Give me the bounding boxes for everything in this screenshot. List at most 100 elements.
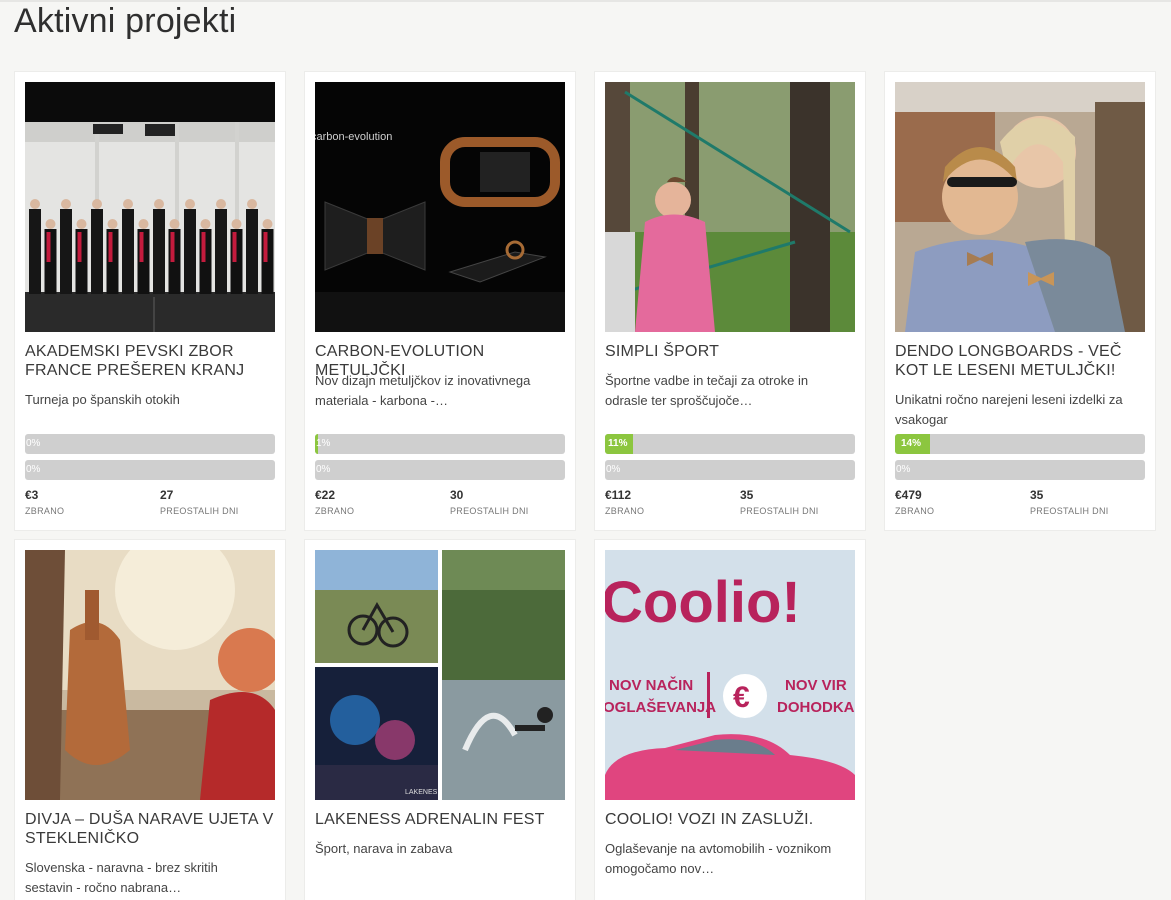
carbon-evolution-logo-text: carbon-evolution	[315, 131, 392, 143]
choir-singer-head	[76, 219, 87, 229]
project-description: Unikatni ročno narejeni leseni izdelki z…	[895, 392, 1123, 427]
collected-label: ZBRANO	[25, 506, 65, 516]
days-left-label: PREOSTALIH DNI	[450, 506, 529, 516]
choir-singer-head	[61, 199, 71, 209]
project-description: Turneja po španskih otokih	[25, 392, 180, 407]
collected-label: ZBRANO	[895, 506, 935, 516]
progress-percent: 14%	[901, 438, 922, 449]
collected-stat: €112 ZBRANO	[605, 488, 725, 516]
secondary-progress-bar: 0%	[25, 460, 275, 480]
days-left-stat: 35 PREOSTALIH DNI	[1030, 488, 1150, 516]
choir-singer-head	[107, 219, 118, 229]
project-image-lakeness-collage[interactable]: LAKENES	[315, 550, 565, 800]
choir-singer-head	[262, 219, 273, 229]
collected-stat: €3 ZBRANO	[25, 488, 145, 516]
choir-singer-body	[91, 209, 103, 294]
choir-singer-head	[123, 199, 133, 209]
euro-icon: €	[733, 681, 750, 714]
choir-singer-body	[60, 209, 72, 294]
progress-percent: 1%	[316, 438, 331, 449]
project-card-carbon-evolution[interactable]: carbon-evolution CARBON-EVOLUTION METULJ…	[305, 72, 575, 530]
project-description: Nov dizajn metuljčkov iz inovativnega ma…	[315, 373, 531, 408]
lakeness-logo-text: LAKENES	[405, 789, 438, 796]
choir-singer-head	[200, 219, 211, 229]
days-left-stat: 27 PREOSTALIH DNI	[160, 488, 280, 516]
choir-red-scarf	[232, 232, 237, 262]
choir-singer-body	[153, 209, 165, 294]
progress-percent: 0%	[316, 464, 331, 475]
collected-stat: €22 ZBRANO	[315, 488, 435, 516]
choir-singer-head	[30, 199, 40, 209]
collected-label: ZBRANO	[315, 506, 355, 516]
choir-singer-head	[216, 199, 226, 209]
choir-singer-head	[92, 199, 102, 209]
project-title[interactable]: LAKENESS ADRENALIN FEST	[315, 810, 567, 829]
days-left-label: PREOSTALIH DNI	[1030, 506, 1109, 516]
choir-red-scarf	[263, 232, 268, 262]
page-title: Aktivni projekti	[14, 2, 237, 40]
days-left-label: PREOSTALIH DNI	[160, 506, 239, 516]
coolio-logo-text: Coolio!	[605, 570, 801, 635]
secondary-progress-bar: 0%	[315, 460, 565, 480]
days-left-label: PREOSTALIH DNI	[740, 506, 819, 516]
project-card-divja[interactable]: DIVJA – DUŠA NARAVE UJETA V STEKLENIČKO …	[15, 540, 285, 900]
funding-progress-bar: 11%	[605, 434, 855, 454]
collected-amount: €3	[25, 488, 39, 502]
project-title[interactable]: AKADEMSKI PEVSKI ZBOR FRANCE PREŠEREN KR…	[25, 342, 277, 380]
choir-red-scarf	[139, 232, 144, 262]
project-description: Slovenska - naravna - brez skritih sesta…	[25, 860, 218, 895]
project-title[interactable]: DIVJA – DUŠA NARAVE UJETA V STEKLENIČKO	[25, 810, 277, 848]
project-description: Oglaševanje na avtomobilih - voznikom om…	[605, 841, 832, 876]
secondary-progress-bar: 0%	[605, 460, 855, 480]
funding-progress-bar: 14%	[895, 434, 1145, 454]
choir-red-scarf	[46, 232, 51, 262]
collected-amount: €479	[895, 488, 922, 502]
project-card-simpli-sport[interactable]: SIMPLI ŠPORT Športne vadbe in tečaji za …	[595, 72, 865, 530]
choir-red-scarf	[201, 232, 206, 262]
coolio-line1b: OGLAŠEVANJA	[605, 698, 716, 716]
project-image-carbon-bowtie[interactable]: carbon-evolution	[315, 82, 565, 332]
progress-percent: 0%	[26, 464, 41, 475]
project-card-akademski-pevski-zbor[interactable]: AKADEMSKI PEVSKI ZBOR FRANCE PREŠEREN KR…	[15, 72, 285, 530]
choir-singer-body	[246, 209, 258, 294]
project-image-choir[interactable]	[25, 82, 275, 332]
coolio-line2b: DOHODKA	[777, 699, 855, 716]
choir-singer-head	[185, 199, 195, 209]
collected-stat: €479 ZBRANO	[895, 488, 1015, 516]
project-title[interactable]: DENDO LONGBOARDS - VEČ KOT LE LESENI MET…	[895, 342, 1147, 380]
project-card-lakeness[interactable]: LAKENES LAKENESS ADRENALIN FEST Šport, n…	[305, 540, 575, 900]
project-card-coolio[interactable]: Coolio! NOV NAČIN OGLAŠEVANJA € NOV VIR …	[595, 540, 865, 900]
funding-progress-bar: 0%	[25, 434, 275, 454]
collected-amount: €112	[605, 488, 632, 502]
project-image-coolio[interactable]: Coolio! NOV NAČIN OGLAŠEVANJA € NOV VIR …	[605, 550, 855, 800]
collected-label: ZBRANO	[605, 506, 645, 516]
choir-singer-body	[215, 209, 227, 294]
choir-singer-body	[29, 209, 41, 294]
project-title[interactable]: COOLIO! VOZI IN ZASLUŽI.	[605, 810, 857, 829]
choir-red-scarf	[108, 232, 113, 262]
days-left-stat: 35 PREOSTALIH DNI	[740, 488, 860, 516]
choir-singer-head	[247, 199, 257, 209]
days-left-value: 35	[1030, 488, 1044, 502]
project-image-couple[interactable]	[895, 82, 1145, 332]
project-image-divja[interactable]	[25, 550, 275, 800]
choir-singer-body	[184, 209, 196, 294]
project-image-sport[interactable]	[605, 82, 855, 332]
coolio-line1a: NOV NAČIN	[609, 676, 693, 694]
project-title[interactable]: SIMPLI ŠPORT	[605, 342, 857, 361]
choir-singer-body	[122, 209, 134, 294]
progress-percent: 0%	[896, 464, 911, 475]
secondary-progress-bar: 0%	[895, 460, 1145, 480]
progress-percent: 0%	[26, 438, 41, 449]
days-left-value: 35	[740, 488, 754, 502]
choir-red-scarf	[77, 232, 82, 262]
coolio-line2a: NOV VIR	[785, 677, 847, 694]
collected-amount: €22	[315, 488, 336, 502]
choir-singer-head	[45, 219, 56, 229]
choir-singer-head	[231, 219, 242, 229]
funding-progress-bar: 1%	[315, 434, 565, 454]
progress-percent: 11%	[608, 438, 628, 449]
project-description: Šport, narava in zabava	[315, 841, 453, 856]
project-card-dendo-longboards[interactable]: DENDO LONGBOARDS - VEČ KOT LE LESENI MET…	[885, 72, 1155, 530]
days-left-stat: 30 PREOSTALIH DNI	[450, 488, 570, 516]
